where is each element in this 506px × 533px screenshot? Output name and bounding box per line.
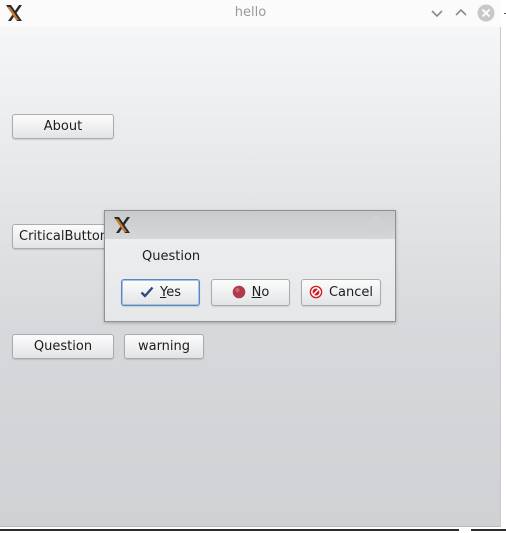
no-button[interactable]: No [211, 279, 290, 306]
bottom-corner-mark [459, 529, 471, 531]
critical-button[interactable]: CriticalButton [12, 224, 112, 249]
dialog-titlebar[interactable] [105, 211, 395, 239]
question-dialog: Question Yes No Cancel [104, 210, 396, 322]
screen-edge [501, 0, 506, 533]
warning-button[interactable]: warning [124, 334, 204, 359]
maximize-icon[interactable] [452, 4, 470, 22]
yes-label: Yes [160, 285, 181, 300]
yes-button[interactable]: Yes [121, 279, 200, 306]
cancel-label: Cancel [328, 285, 374, 300]
screen-bottom-line [0, 529, 506, 531]
no-circle-icon [232, 285, 245, 298]
dialog-close-icon[interactable] [367, 216, 385, 234]
yes-label-rest: es [166, 285, 181, 300]
close-icon[interactable] [477, 4, 495, 22]
checkmark-icon [140, 286, 154, 297]
main-window: hello About CriticalButton Question warn… [0, 0, 501, 527]
minimize-icon[interactable] [428, 4, 446, 22]
about-button[interactable]: About [12, 114, 114, 139]
question-button[interactable]: Question [12, 334, 114, 359]
cancel-button[interactable]: Cancel [301, 279, 381, 306]
cancel-icon [309, 285, 323, 298]
x-app-icon [114, 217, 130, 233]
no-label: No [252, 285, 270, 300]
no-mnemonic: N [251, 285, 262, 300]
dialog-message: Question [142, 249, 201, 264]
no-label-rest: o [261, 285, 270, 300]
window-titlebar[interactable]: hello [0, 0, 501, 27]
window-title: hello [234, 5, 267, 20]
